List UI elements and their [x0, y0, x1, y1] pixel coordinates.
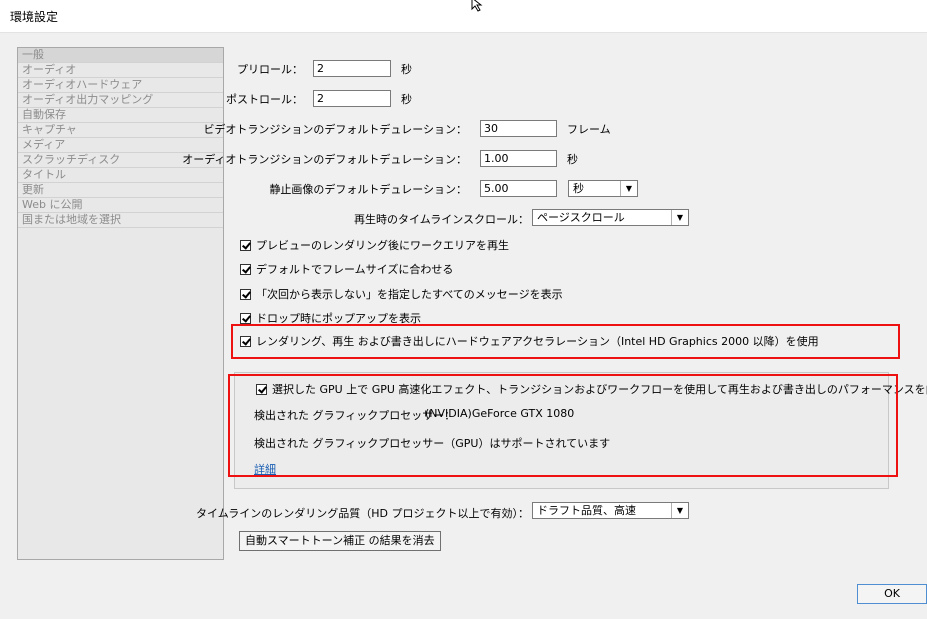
postroll-input[interactable] [313, 90, 391, 107]
checkbox-play-workarea[interactable]: プレビューのレンダリング後にワークエリアを再生 [240, 237, 509, 253]
still-image-input[interactable] [480, 180, 557, 197]
title-bar: 環境設定 [0, 0, 927, 33]
highlight-box-gpu [228, 374, 898, 477]
sidebar-item-audio-hardware[interactable]: オーディオハードウェア [18, 78, 223, 93]
chevron-down-icon: ▼ [671, 503, 688, 518]
checkbox-icon[interactable] [240, 288, 251, 300]
audio-transition-unit: 秒 [567, 153, 578, 166]
checkbox-icon[interactable] [240, 239, 251, 251]
sidebar-item-updates[interactable]: 更新 [18, 183, 223, 198]
sidebar-item-capture[interactable]: キャプチャ [18, 123, 223, 138]
render-quality-value: ドラフト品質、高速 [537, 504, 636, 517]
checkbox-show-all-messages[interactable]: 「次回から表示しない」を指定したすべてのメッセージを表示 [240, 286, 563, 302]
video-transition-label: ビデオトランジションのデフォルトデュレーション： [203, 123, 467, 136]
postroll-unit: 秒 [401, 93, 412, 106]
render-quality-select[interactable]: ドラフト品質、高速 ▼ [532, 502, 689, 519]
video-transition-input[interactable] [480, 120, 557, 137]
checkbox-label: デフォルトでフレームサイズに合わせる [256, 263, 454, 276]
timeline-scroll-select[interactable]: ページスクロール ▼ [532, 209, 689, 226]
preroll-input[interactable] [313, 60, 391, 77]
timeline-scroll-value: ページスクロール [537, 211, 625, 224]
checkbox-icon[interactable] [240, 312, 251, 324]
audio-transition-input[interactable] [480, 150, 557, 167]
sidebar-item-titles[interactable]: タイトル [18, 168, 223, 183]
checkbox-icon[interactable] [240, 263, 251, 275]
preroll-label: プリロール： [237, 63, 303, 76]
still-image-unit-value: 秒 [573, 182, 584, 195]
ok-button[interactable]: OK [857, 584, 927, 604]
mouse-cursor-icon [471, 0, 483, 12]
still-image-label: 静止画像のデフォルトデュレーション： [269, 183, 467, 196]
video-transition-unit: フレーム [567, 123, 611, 136]
timeline-scroll-label: 再生時のタイムラインスクロール： [353, 213, 529, 226]
preferences-category-list: 一般 オーディオ オーディオハードウェア オーディオ出力マッピング 自動保存 キ… [17, 47, 224, 560]
sidebar-item-audio[interactable]: オーディオ [18, 63, 223, 78]
clear-autotone-button[interactable]: 自動スマートトーン補正 の結果を消去 [239, 531, 441, 551]
sidebar-item-auto-save[interactable]: 自動保存 [18, 108, 223, 123]
chevron-down-icon: ▼ [620, 181, 637, 196]
sidebar-item-select-region[interactable]: 国または地域を選択 [18, 213, 223, 228]
checkbox-fit-frame-size[interactable]: デフォルトでフレームサイズに合わせる [240, 261, 453, 277]
render-quality-label: タイムラインのレンダリング品質（HD プロジェクト以上で有効）： [196, 507, 529, 520]
sidebar-item-publish-web[interactable]: Web に公開 [18, 198, 223, 213]
preroll-unit: 秒 [401, 63, 412, 76]
sidebar-item-audio-output-mapping[interactable]: オーディオ出力マッピング [18, 93, 223, 108]
highlight-box-hardware-acceleration [231, 324, 900, 359]
still-image-unit-select[interactable]: 秒 ▼ [568, 180, 638, 197]
postroll-label: ポストロール： [226, 93, 303, 106]
audio-transition-label: オーディオトランジションのデフォルトデュレーション： [182, 153, 467, 166]
checkbox-label: プレビューのレンダリング後にワークエリアを再生 [256, 239, 509, 252]
chevron-down-icon: ▼ [671, 210, 688, 225]
window-title: 環境設定 [10, 10, 59, 24]
checkbox-label: 「次回から表示しない」を指定したすべてのメッセージを表示 [256, 288, 563, 301]
sidebar-item-general[interactable]: 一般 [18, 48, 223, 63]
